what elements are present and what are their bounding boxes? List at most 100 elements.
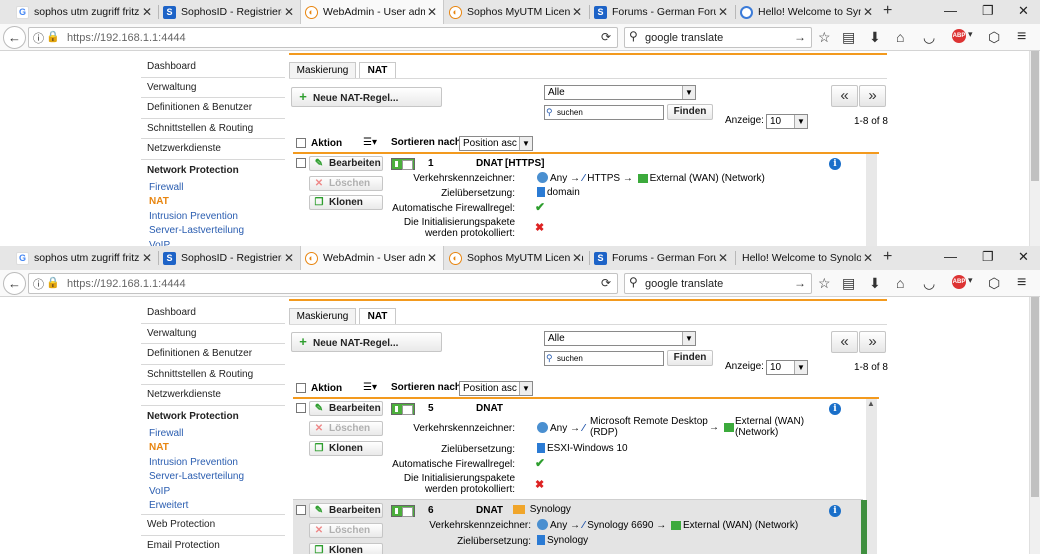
go-arrow-icon[interactable]: →	[794, 30, 806, 44]
select-all-checkbox[interactable]	[296, 383, 306, 393]
rule-toggle[interactable]	[391, 403, 415, 415]
sidebar-section-network-protection[interactable]: Network Protection	[141, 160, 285, 181]
sidebar-item-definitionen[interactable]: Definitionen & Benutzer	[141, 344, 285, 365]
sidebar-item-dashboard[interactable]: Dashboard	[141, 57, 285, 78]
filter-select[interactable]: Alle ▼	[544, 331, 696, 346]
columns-menu-icon[interactable]: ☰▾	[363, 382, 377, 393]
page-size-select[interactable]: 10 ▼	[766, 114, 808, 129]
close-icon[interactable]: ✕	[860, 251, 873, 265]
new-tab-icon[interactable]: +	[883, 2, 892, 20]
sort-select[interactable]: Position asc ▼	[459, 136, 533, 151]
reload-icon[interactable]: ⟳	[601, 276, 611, 290]
page-scrollbar[interactable]	[1029, 297, 1040, 554]
tab-google[interactable]: G sophos utm zugriff fritzb ✕	[12, 0, 158, 24]
tab-maskierung[interactable]: Maskierung	[289, 62, 356, 78]
go-arrow-icon[interactable]: →	[794, 276, 806, 290]
tab-myutm[interactable]: ◐ Sophos MyUTM Licensi ✕	[445, 0, 588, 24]
window-close-icon[interactable]: ✕	[1018, 3, 1029, 19]
url-bar[interactable]: ⓘ 🔒 https://192.168.1.1:4444 ⟳	[28, 273, 618, 294]
prev-page-button[interactable]: «	[831, 331, 858, 353]
tab-google[interactable]: G sophos utm zugriff fritzb ✕	[12, 246, 158, 270]
info-icon[interactable]: i	[829, 505, 841, 517]
tab-nat[interactable]: NAT	[359, 308, 396, 324]
sidebar-section-network-protection[interactable]: Network Protection	[141, 406, 285, 427]
close-icon[interactable]: ✕	[139, 251, 152, 265]
home-icon[interactable]: ⌂	[896, 29, 904, 45]
close-icon[interactable]: ✕	[139, 5, 152, 19]
download-icon[interactable]: ⬇	[869, 29, 881, 46]
rule-checkbox[interactable]	[296, 158, 306, 168]
bookmark-star-icon[interactable]: ☆	[818, 275, 831, 292]
search-bar[interactable]: ⚲ google translate →	[624, 27, 812, 48]
close-icon[interactable]: ✕	[860, 5, 873, 19]
filter-select[interactable]: Alle ▼	[544, 85, 696, 100]
restore-icon[interactable]: ❐	[982, 3, 994, 19]
new-nat-rule-button[interactable]: + Neue NAT-Regel...	[291, 87, 442, 107]
menu-icon[interactable]: ≡	[1017, 274, 1026, 292]
list-scrollbar[interactable]: ▲	[866, 399, 877, 554]
list-scrollbar[interactable]	[866, 154, 877, 246]
sidebar-item-nat[interactable]: NAT	[141, 195, 285, 210]
tab-forums[interactable]: S Forums - German Forum ✕	[590, 0, 734, 24]
sidebar-item-erweitert[interactable]: Erweitert	[141, 499, 285, 515]
dropdown-icon[interactable]: ▾	[968, 29, 973, 40]
delete-button[interactable]: ✕ Löschen	[309, 176, 383, 191]
url-bar[interactable]: ⓘ 🔒 https://192.168.1.1:4444 ⟳	[28, 27, 618, 48]
edit-button[interactable]: ✎ Bearbeiten	[309, 156, 383, 171]
adblock-icon[interactable]: ABP	[952, 29, 966, 43]
sidebar-item-netzwerkdienste[interactable]: Netzwerkdienste	[141, 385, 285, 406]
clone-button[interactable]: ❐ Klonen	[309, 195, 383, 210]
tab-nat[interactable]: NAT	[359, 62, 396, 78]
extension-icon[interactable]: ⬡	[988, 275, 1000, 292]
edit-button[interactable]: ✎ Bearbeiten	[309, 401, 383, 416]
tab-synology[interactable]: Hello! Welcome to Synol ✕	[736, 0, 879, 24]
select-all-checkbox[interactable]	[296, 138, 306, 148]
sidebar-item-verwaltung[interactable]: Verwaltung	[141, 77, 285, 98]
sidebar-item-email-protection[interactable]: Email Protection	[141, 535, 285, 554]
close-icon[interactable]: ✕	[715, 251, 728, 265]
prev-page-button[interactable]: «	[831, 85, 858, 107]
edit-button[interactable]: ✎ Bearbeiten	[309, 503, 383, 518]
rule-checkbox[interactable]	[296, 403, 306, 413]
sidebar-item-netzwerkdienste[interactable]: Netzwerkdienste	[141, 139, 285, 160]
sidebar-item-verwaltung[interactable]: Verwaltung	[141, 323, 285, 344]
close-icon[interactable]: ✕	[424, 5, 437, 19]
reading-list-icon[interactable]: ▤	[842, 29, 855, 46]
reload-icon[interactable]: ⟳	[601, 30, 611, 44]
rule-checkbox[interactable]	[296, 505, 306, 515]
sidebar-item-definitionen[interactable]: Definitionen & Benutzer	[141, 98, 285, 119]
tab-synology[interactable]: Hello! Welcome to Synology ✕	[736, 246, 879, 270]
next-page-button[interactable]: »	[859, 331, 886, 353]
next-page-button[interactable]: »	[859, 85, 886, 107]
adblock-icon[interactable]: ABP	[952, 275, 966, 289]
info-icon[interactable]: i	[829, 158, 841, 170]
close-icon[interactable]: ✕	[281, 251, 294, 265]
sidebar-item-schnittstellen[interactable]: Schnittstellen & Routing	[141, 364, 285, 385]
tab-sophosid[interactable]: S SophosID - Registrieren ✕	[159, 246, 300, 270]
search-input[interactable]: ⚲ suchen	[544, 105, 664, 120]
page-size-select[interactable]: 10 ▼	[766, 360, 808, 375]
sidebar-item-web-protection[interactable]: Web Protection	[141, 515, 285, 536]
close-icon[interactable]: ✕	[424, 251, 437, 265]
download-icon[interactable]: ⬇	[869, 275, 881, 292]
minimize-icon[interactable]: —	[944, 249, 957, 264]
tab-maskierung[interactable]: Maskierung	[289, 308, 356, 324]
rule-toggle[interactable]	[391, 505, 415, 517]
close-icon[interactable]: ✕	[281, 5, 294, 19]
tab-forums[interactable]: S Forums - German Forum ✕	[590, 246, 734, 270]
url-text[interactable]: https://192.168.1.1:4444	[67, 278, 186, 290]
back-icon[interactable]: ←	[3, 272, 26, 295]
extension-icon[interactable]: ⬡	[988, 29, 1000, 46]
sidebar-item-nat[interactable]: NAT	[141, 441, 285, 456]
info-icon[interactable]: ⓘ	[33, 30, 44, 46]
search-input[interactable]: ⚲ suchen	[544, 351, 664, 366]
home-icon[interactable]: ⌂	[896, 275, 904, 291]
window-close-icon[interactable]: ✕	[1018, 249, 1029, 265]
sidebar-item-lastverteilung[interactable]: Server-Lastverteilung	[141, 470, 285, 485]
close-icon[interactable]: ✕	[569, 251, 582, 265]
sidebar-item-firewall[interactable]: Firewall	[141, 181, 285, 196]
new-nat-rule-button[interactable]: + Neue NAT-Regel...	[291, 332, 442, 352]
pocket-icon[interactable]: ◡	[923, 29, 935, 46]
info-icon[interactable]: ⓘ	[33, 276, 44, 292]
sidebar-item-voip[interactable]: VoIP	[141, 485, 285, 500]
